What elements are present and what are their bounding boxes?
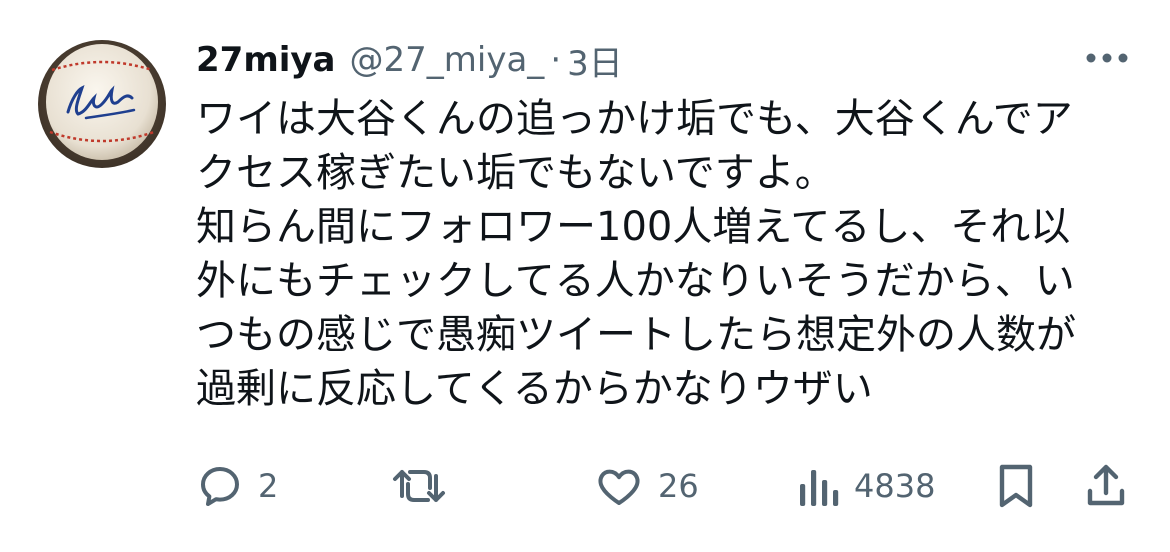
reply-count: 2: [258, 467, 279, 505]
bookmark-button[interactable]: [994, 456, 1038, 516]
separator-dot: ·: [550, 40, 562, 80]
timestamp[interactable]: 3日: [567, 36, 623, 85]
retweet-button[interactable]: [392, 456, 446, 516]
tweet-text-line: 過剰に反応してくるからかなりウザい: [196, 366, 873, 412]
display-name[interactable]: 27miya: [196, 40, 336, 80]
view-count: 4838: [854, 467, 936, 505]
tweet-text-line: ワイは大谷くんの追っかけ垢でも、大谷くんでア: [196, 96, 1073, 142]
share-button[interactable]: [1084, 456, 1128, 516]
retweet-icon: [393, 470, 445, 502]
views-button[interactable]: 4838: [796, 456, 935, 516]
user-handle[interactable]: @27_miya_: [350, 40, 545, 80]
tweet-text-line: つもの感じで愚痴ツイートしたら想定外の人数が: [196, 312, 1076, 358]
action-bar: 2 26 4838: [0, 456, 1170, 516]
tweet-text-line: 外にもチェックしてる人かなりいそうだから、い: [196, 258, 1075, 304]
views-bar-chart-icon: [800, 470, 839, 506]
like-count: 26: [658, 467, 699, 505]
more-button[interactable]: [1082, 40, 1132, 76]
tweet-text-line: 知らん間にフォロワー100人増えてるし、それ以: [196, 204, 1071, 250]
bookmark-icon: [999, 464, 1033, 508]
reply-button[interactable]: 2: [196, 456, 278, 516]
more-horizontal-icon: [1086, 53, 1128, 63]
tweet: 27miya @27_miya_ · 3日 ワイは大谷くんの追っかけ垢でも、大谷…: [0, 0, 1170, 552]
tweet-header: 27miya @27_miya_ · 3日: [196, 30, 623, 90]
reply-icon: [201, 467, 239, 506]
signed-baseball-avatar-icon: [38, 40, 166, 168]
like-button[interactable]: 26: [594, 456, 699, 516]
share-icon: [1087, 464, 1125, 506]
tweet-text-line: クセス稼ぎたい垢でもないですよ。: [196, 150, 835, 196]
tweet-text: ワイは大谷くんの追っかけ垢でも、大谷くんでア クセス稼ぎたい垢でもないですよ。 …: [196, 92, 1146, 416]
avatar[interactable]: [38, 40, 166, 168]
heart-icon: [598, 469, 640, 505]
